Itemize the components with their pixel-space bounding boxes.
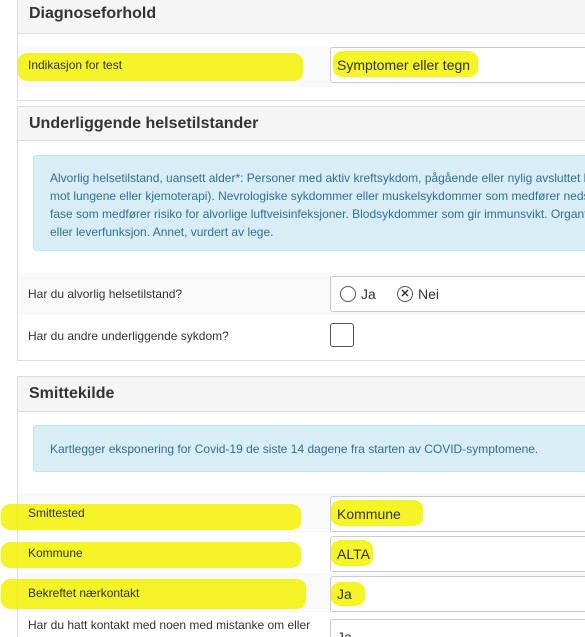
serious-radio-group: Ja ✕ Nei: [330, 276, 585, 312]
municipality-label: Kommune: [28, 546, 83, 560]
radio-ja-label: Ja: [361, 286, 376, 302]
radio-nei[interactable]: ✕: [397, 286, 413, 302]
serious-label: Har du alvorlig helsetilstand?: [28, 287, 183, 301]
indication-label: Indikasjon for test: [28, 58, 123, 72]
infection-title: Smittekilde: [29, 385, 115, 402]
indication-value: Symptomer eller tegn: [337, 57, 471, 73]
health-section: Underliggende helsetilstander Alvorlig h…: [17, 106, 585, 361]
contact-field[interactable]: Ja: [330, 576, 585, 612]
municipality-row: Kommune ALTA: [1, 534, 585, 572]
radio-nei-label: Nei: [418, 286, 440, 302]
suspect-value: Ja: [337, 629, 352, 637]
place-field[interactable]: Kommune: [330, 496, 585, 532]
health-info-line: mot lungene eller kjemoterapi). Nevrolog…: [50, 189, 585, 203]
health-info-line: fase som medfører risiko for alvorlige l…: [50, 207, 585, 221]
radio-ja[interactable]: [340, 286, 356, 302]
indication-field[interactable]: Symptomer eller tegn: [330, 47, 585, 83]
health-header: Underliggende helsetilstander: [18, 107, 585, 141]
other-row: Har du andre underliggende sykdom?: [18, 317, 585, 361]
infection-header: Smittekilde: [18, 377, 585, 412]
contact-row: Bekreftet nærkontakt Ja: [1, 573, 585, 613]
infection-info-box: Kartlegger eksponering for Covid-19 de s…: [33, 425, 585, 472]
place-row: Smittested Kommune: [1, 493, 585, 533]
municipality-field[interactable]: ALTA: [330, 536, 585, 572]
suspect-label: Har du hatt kontakt med noen med mistank…: [28, 618, 311, 632]
diagnose-section: Diagnoseforhold Indikasjon for test Symp…: [17, 0, 585, 101]
health-info-line: eller leverfunksjon. Annet, vurdert av l…: [50, 225, 274, 239]
contact-value: Ja: [337, 586, 352, 602]
serious-row: Har du alvorlig helsetilstand? Ja ✕ Nei: [18, 273, 585, 315]
place-value: Kommune: [337, 506, 401, 522]
infection-section: Smittekilde Kartlegger eksponering for C…: [1, 376, 585, 637]
place-label: Smittested: [28, 506, 85, 520]
contact-label: Bekreftet nærkontakt: [28, 586, 140, 600]
radio-selected-icon: ✕: [400, 288, 410, 300]
suspect-row: Har du hatt kontakt med noen med mistank…: [18, 615, 585, 637]
suspect-field[interactable]: Ja: [330, 619, 585, 637]
diagnose-header: Diagnoseforhold: [18, 0, 585, 34]
other-checkbox[interactable]: [330, 323, 354, 347]
infection-info-text: Kartlegger eksponering for Covid-19 de s…: [50, 442, 539, 456]
health-info-box: Alvorlig helsetilstand, uansett alder*: …: [33, 155, 585, 251]
health-info-line: Alvorlig helsetilstand, uansett alder*: …: [50, 171, 585, 185]
health-title: Underliggende helsetilstander: [29, 115, 259, 132]
indication-row: Indikasjon for test Symptomer eller tegn: [18, 47, 585, 87]
diagnose-title: Diagnoseforhold: [29, 5, 157, 22]
other-label: Har du andre underliggende sykdom?: [28, 329, 229, 343]
municipality-value: ALTA: [337, 546, 370, 562]
